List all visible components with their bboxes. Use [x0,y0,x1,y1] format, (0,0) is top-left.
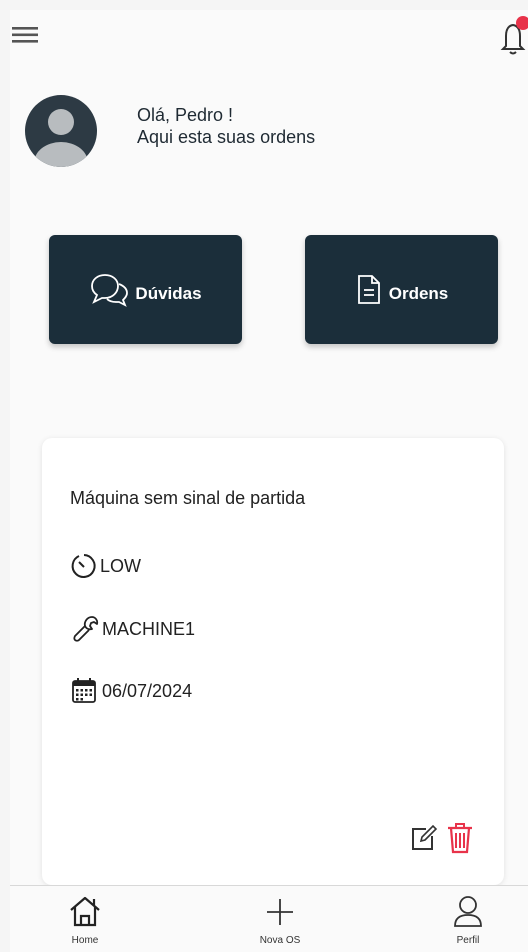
nav-profile-label: Perfil [456,935,480,946]
nav-new-os-label: Nova OS [259,935,301,946]
priority-value: LOW [100,555,142,576]
nav-profile[interactable]: Perfil [428,894,508,946]
calendar-icon [72,678,96,703]
greeting: Olá, Pedro ! Aqui esta suas ordens [137,104,315,148]
order-title: Máquina sem sinal de partida [70,488,306,508]
duvidas-label: Dúvidas [135,283,202,303]
ordens-label: Ordens [388,283,449,303]
duvidas-button[interactable]: Dúvidas [49,235,242,344]
date-value: 06/07/2024 [102,680,193,701]
home-icon [70,896,100,927]
greeting-name: Olá, Pedro ! [137,105,234,125]
greeting-subtitle: Aqui esta suas ordens [137,127,316,147]
machine-value: MACHINE1 [102,618,196,639]
hamburger-menu-icon [12,27,38,43]
notification-button[interactable] [498,16,528,56]
avatar [25,95,97,167]
nav-home[interactable]: Home [45,894,125,946]
plus-icon [267,899,293,925]
priority-row: LOW [70,552,141,580]
trash-icon[interactable] [446,821,474,855]
order-card[interactable]: Máquina sem sinal de partida LOW MACHINE… [42,438,504,885]
notification-badge [516,16,528,30]
date-row: 06/07/2024 [70,676,192,706]
chat-bubbles-icon [91,273,129,307]
user-icon [454,896,482,927]
bottom-nav: Home Nova OS Perfil [10,885,528,952]
ordens-button[interactable]: Ordens [305,235,498,344]
menu-button[interactable] [10,20,50,50]
nav-home-label: Home [71,935,99,946]
machine-row: MACHINE1 [70,614,195,644]
edit-icon[interactable] [408,823,438,853]
main-content: Olá, Pedro ! Aqui esta suas ordens Dúvid… [10,62,528,885]
top-bar [10,10,528,62]
nav-new-os[interactable]: Nova OS [240,894,320,946]
wrench-icon [73,616,99,642]
card-actions [408,821,474,855]
document-icon [357,274,380,304]
timer-icon [71,554,96,578]
